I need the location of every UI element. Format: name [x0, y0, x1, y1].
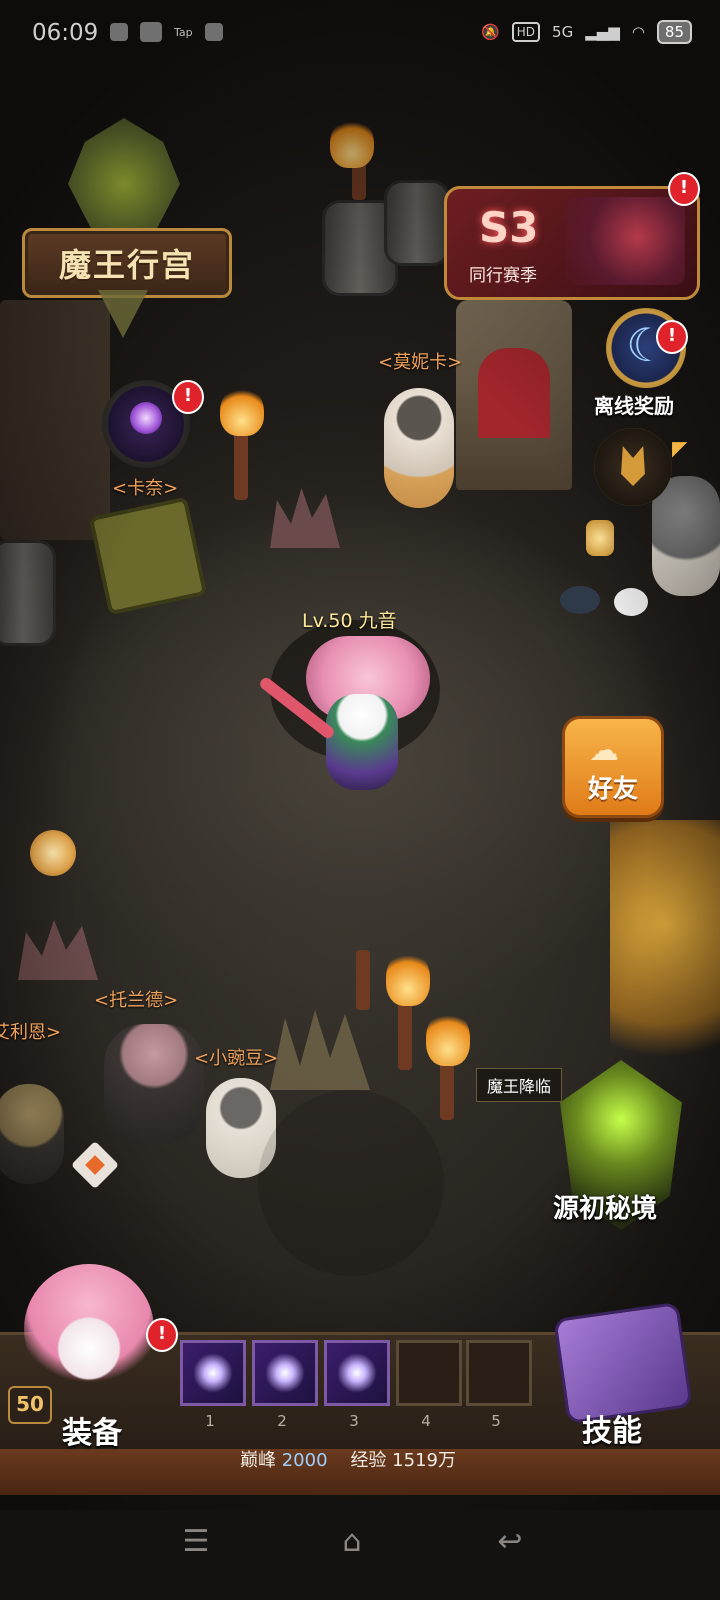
- slot-number-4: 4: [421, 1412, 431, 1430]
- demon-palace-button[interactable]: 魔王行宫: [18, 118, 232, 338]
- origin-realm-label: 源初秘境: [553, 1194, 658, 1224]
- broken-stumps: [270, 488, 340, 548]
- peak-value: 2000: [281, 1450, 328, 1471]
- torch: [234, 430, 248, 500]
- friend-button[interactable]: ☁ 好友: [562, 716, 664, 818]
- slot-number-3: 3: [349, 1412, 359, 1430]
- barrel: [384, 180, 450, 266]
- signal-icon: ▂▄▆: [585, 23, 620, 41]
- torch-flame: [220, 386, 264, 436]
- wifi-icon: ◠: [631, 23, 645, 41]
- skill-slot-5[interactable]: [466, 1340, 532, 1406]
- slot-number-1: 1: [205, 1412, 215, 1430]
- torch-flame: [426, 1010, 470, 1066]
- direction-marker-icon: [52, 1148, 138, 1212]
- home-icon[interactable]: ⌂: [322, 1512, 382, 1572]
- skill-slot-4[interactable]: [396, 1340, 462, 1406]
- pet-button[interactable]: [594, 428, 672, 506]
- npc-label-torland: <托兰德>: [94, 990, 179, 1011]
- skill-slot-2[interactable]: [252, 1340, 318, 1406]
- broken-stumps: [18, 920, 98, 980]
- hd-badge: HD: [511, 22, 541, 42]
- offline-alert-badge: !: [656, 320, 688, 354]
- npc-monica[interactable]: [384, 388, 454, 508]
- player-stats: 巅峰 2000 经验 1519万: [240, 1446, 456, 1472]
- npc-label-monica: <莫妮卡>: [378, 352, 463, 373]
- npc-kanai-cube[interactable]: [88, 496, 208, 616]
- npc-label-pea: <小豌豆>: [194, 1048, 279, 1069]
- season-button[interactable]: S3 同行赛季: [444, 186, 700, 300]
- skill-slot-1[interactable]: [180, 1340, 246, 1406]
- glowing-orb[interactable]: [30, 830, 76, 876]
- peak-label: 巅峰: [240, 1450, 276, 1471]
- instagram-icon: [204, 23, 223, 41]
- friend-label: 好友: [587, 774, 638, 803]
- sheep: [614, 588, 648, 616]
- offline-reward-button[interactable]: 离线奖励: [594, 308, 712, 418]
- skill-label: 技能: [582, 1414, 642, 1449]
- npc-goat[interactable]: [652, 476, 720, 596]
- notification-icons: Tap: [110, 22, 223, 42]
- back-icon[interactable]: ↩: [480, 1512, 540, 1572]
- player-body: [326, 694, 398, 790]
- move-joystick[interactable]: [258, 1090, 444, 1276]
- season-name: 同行赛季: [469, 266, 537, 286]
- season-art: [565, 197, 685, 285]
- throne-portal[interactable]: [456, 300, 572, 490]
- equip-avatar-button[interactable]: [24, 1264, 154, 1394]
- torch-flame: [386, 950, 430, 1006]
- exp-label: 经验: [350, 1450, 387, 1471]
- torch: [356, 950, 370, 1010]
- slot-number-2: 2: [277, 1412, 287, 1430]
- menu-icon[interactable]: ☰: [166, 1512, 226, 1572]
- system-indicators: 🔕 HD 5G ▂▄▆ ◠ 85: [481, 20, 692, 44]
- demon-crest-icon: [68, 118, 180, 238]
- network-label: 5G: [552, 23, 574, 41]
- magic-orb-alert-badge: !: [172, 380, 204, 414]
- dry-grass: [270, 1010, 370, 1090]
- status-bar: 06:09 Tap 🔕 HD 5G ▂▄▆ ◠ 85: [0, 0, 720, 70]
- dragon-statue: [610, 820, 720, 1080]
- offline-reward-label: 离线奖励: [594, 394, 674, 418]
- exp-value: 1519万: [392, 1450, 456, 1471]
- equip-alert-badge: !: [146, 1318, 178, 1352]
- arrow-icon: ◤: [672, 436, 688, 460]
- npc-label-kanai: <卡奈>: [112, 478, 179, 499]
- npc-torland[interactable]: [104, 1024, 204, 1144]
- equip-label: 装备: [62, 1416, 122, 1451]
- skill-slot-3[interactable]: [324, 1340, 390, 1406]
- crow: [560, 586, 600, 614]
- torch: [440, 1060, 454, 1120]
- battery-indicator: 85: [656, 20, 692, 44]
- torch-flame: [330, 118, 374, 168]
- player-level-name: Lv.50 九音: [302, 610, 397, 632]
- video-icon: [140, 22, 162, 42]
- torch: [398, 1000, 412, 1070]
- crest-spike: [98, 290, 148, 338]
- bottom-hud: ! 50 装备 1 2 3 4 5 技能 巅峰 2000 经验 1519万: [0, 1264, 720, 1510]
- tiktok-icon: [110, 23, 128, 41]
- barrel: [0, 540, 56, 646]
- slot-number-5: 5: [491, 1412, 501, 1430]
- player-level-chip: 50: [8, 1386, 52, 1424]
- palace-title: 魔王行宫: [58, 246, 195, 284]
- mute-icon: 🔕: [481, 23, 500, 41]
- npc-label-lien: 艾利恩>: [0, 1022, 62, 1043]
- lantern: [586, 520, 614, 556]
- tap-icon: Tap: [174, 25, 193, 39]
- palace-banner: 魔王行宫: [22, 228, 232, 298]
- throne-door: [478, 348, 550, 438]
- demon-arrival-tag: 魔王降临: [476, 1068, 563, 1102]
- season-code: S3: [479, 203, 539, 252]
- season-alert-badge: !: [668, 172, 700, 206]
- clock: 06:09: [32, 20, 99, 46]
- cloud-icon: ☁: [589, 733, 619, 768]
